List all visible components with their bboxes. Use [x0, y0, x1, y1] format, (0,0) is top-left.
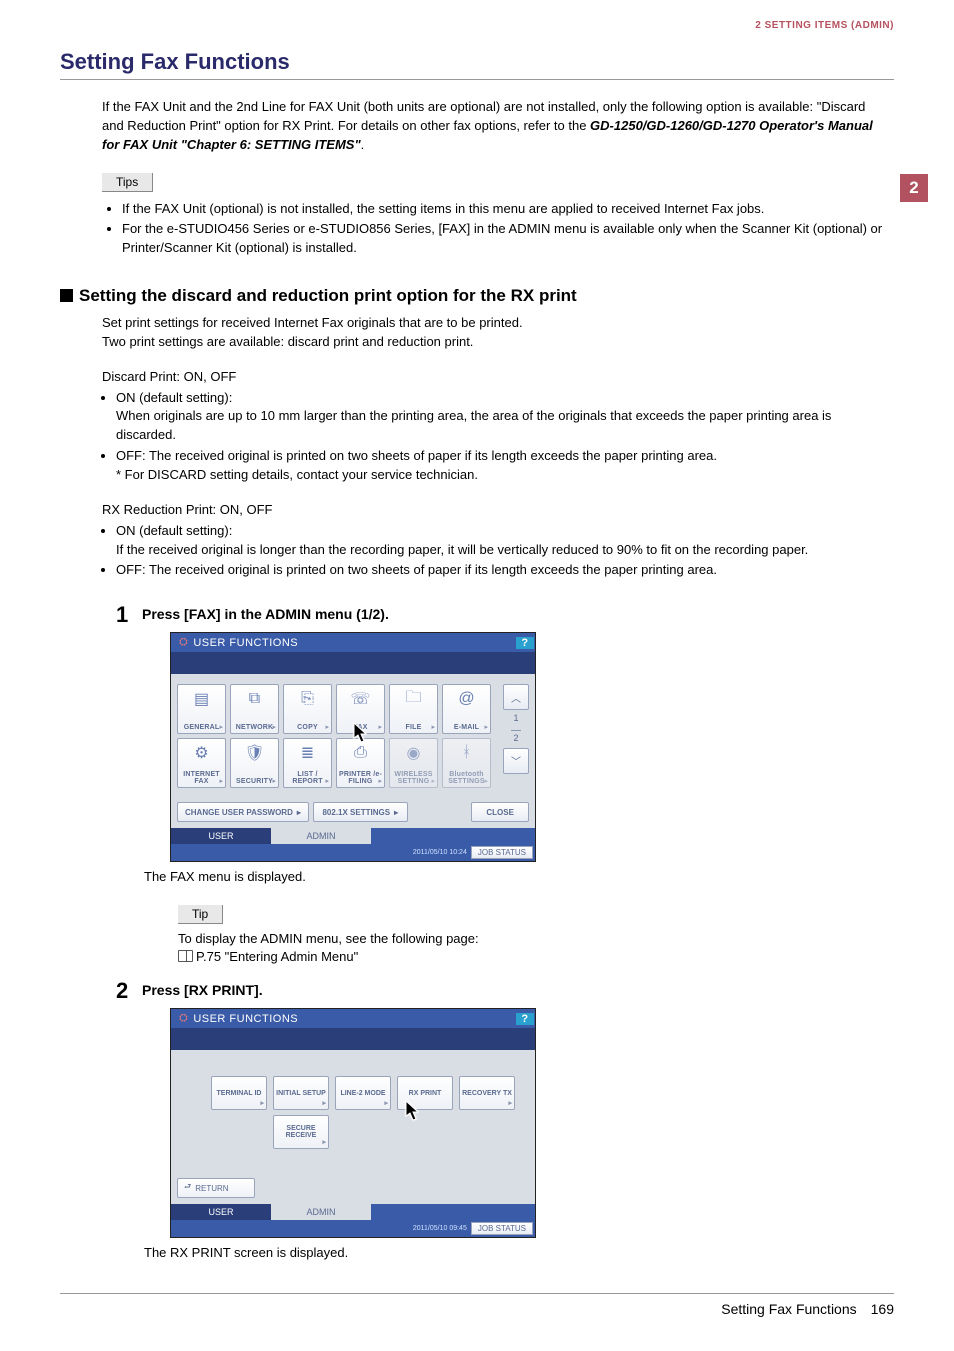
help-icon[interactable]: ? — [516, 1013, 534, 1025]
tile-rx-print[interactable]: RX PRINT — [397, 1076, 453, 1110]
step-1-row: 1 Press [FAX] in the ADMIN menu (1/2). — [116, 602, 894, 628]
tab-user[interactable]: USER — [171, 1204, 271, 1220]
page-footer: Setting Fax Functions 169 — [60, 1301, 894, 1317]
tile-list-report[interactable]: ≣LIST / REPORT▸ — [283, 738, 332, 788]
step-2-caption: The RX PRINT screen is displayed. — [144, 1244, 894, 1263]
close-button[interactable]: CLOSE — [471, 802, 529, 822]
tile-wireless[interactable]: ◉WIRELESS SETTING▸ — [389, 738, 438, 788]
footer-rule — [60, 1293, 894, 1294]
screenshot-panel-1: ⛭USER FUNCTIONS ? ▤GENERAL▸ ⧉NETWORK▸ ⎘C… — [170, 632, 536, 862]
book-icon — [178, 950, 193, 962]
panel2-titlebar: ⛭USER FUNCTIONS ? — [171, 1009, 535, 1028]
step-2-row: 2 Press [RX PRINT]. — [116, 978, 894, 1004]
discard-list: ON (default setting):When originals are … — [116, 389, 894, 485]
chapter-thumb-tab: 2 — [900, 174, 928, 202]
page-title: Setting Fax Functions — [60, 49, 894, 75]
screenshot-panel-2: ⛭USER FUNCTIONS ? TERMINAL ID▸ INITIAL S… — [170, 1008, 536, 1238]
tile-line2-mode[interactable]: LINE-2 MODE▸ — [335, 1076, 391, 1110]
intro-paragraph: If the FAX Unit and the 2nd Line for FAX… — [102, 98, 884, 155]
help-icon[interactable]: ? — [516, 637, 534, 649]
timestamp: 2011/05/10 09:45 — [413, 1225, 467, 1232]
tips-list: If the FAX Unit (optional) is not instal… — [122, 200, 894, 259]
return-arrow-icon: ⮐ — [184, 1181, 191, 1195]
admin-icon: ⛭ — [179, 636, 188, 649]
square-bullet-icon — [60, 289, 73, 302]
tile-security[interactable]: 🛡SECURITY▸ — [230, 738, 279, 788]
tile-network[interactable]: ⧉NETWORK▸ — [230, 684, 279, 734]
admin-icon: ⛭ — [179, 1012, 188, 1025]
tile-email[interactable]: @E-MAIL▸ — [442, 684, 491, 734]
tile-fax[interactable]: ☏FAX▸ — [336, 684, 385, 734]
panel-titlebar: ⛭USER FUNCTIONS ? — [171, 633, 535, 652]
timestamp: 2011/05/10 10:24 — [413, 849, 467, 856]
rx-heading: RX Reduction Print: ON, OFF — [102, 501, 894, 520]
return-button[interactable]: ⮐RETURN — [177, 1178, 255, 1198]
tips-label: Tips — [102, 173, 153, 192]
tile-internet-fax[interactable]: ⚙INTERNET FAX▸ — [177, 738, 226, 788]
scroll-down-button[interactable]: ﹀ — [503, 748, 529, 774]
step-1-text: Press [FAX] in the ADMIN menu (1/2). — [142, 606, 389, 622]
tile-secure-receive[interactable]: SECURE RECEIVE▸ — [273, 1115, 329, 1149]
step-2-number: 2 — [116, 978, 142, 1004]
8021x-settings-button[interactable]: 802.1X SETTINGS▸ — [313, 802, 408, 822]
step-1-number: 1 — [116, 602, 142, 628]
job-status-button[interactable]: JOB STATUS — [471, 1222, 533, 1235]
scroll-up-button[interactable]: ︿ — [503, 684, 529, 710]
tile-general[interactable]: ▤GENERAL▸ — [177, 684, 226, 734]
tab-user[interactable]: USER — [171, 828, 271, 844]
tile-initial-setup[interactable]: INITIAL SETUP▸ — [273, 1076, 329, 1110]
tile-bluetooth[interactable]: ᚼBluetooth SETTINGS▸ — [442, 738, 491, 788]
tile-terminal-id[interactable]: TERMINAL ID▸ — [211, 1076, 267, 1110]
tab-admin[interactable]: ADMIN — [271, 828, 371, 844]
job-status-button[interactable]: JOB STATUS — [471, 846, 533, 859]
tile-file[interactable]: 🗀FILE▸ — [389, 684, 438, 734]
step-1-caption: The FAX menu is displayed. — [144, 868, 894, 887]
step-2-text: Press [RX PRINT]. — [142, 982, 263, 998]
section-intro: Set print settings for received Internet… — [102, 314, 894, 352]
tile-copy[interactable]: ⎘COPY▸ — [283, 684, 332, 734]
title-rule — [60, 79, 894, 80]
change-user-password-button[interactable]: CHANGE USER PASSWORD▸ — [177, 802, 309, 822]
section-heading: Setting the discard and reduction print … — [60, 286, 894, 306]
rx-list: ON (default setting):If the received ori… — [116, 522, 894, 581]
tip-body: To display the ADMIN menu, see the follo… — [178, 930, 894, 966]
tab-admin[interactable]: ADMIN — [271, 1204, 371, 1220]
tip-label: Tip — [178, 905, 223, 924]
tile-printer-efiling[interactable]: ⎙PRINTER /e-FILING▸ — [336, 738, 385, 788]
discard-heading: Discard Print: ON, OFF — [102, 368, 894, 387]
header-breadcrumb: 2 SETTING ITEMS (ADMIN) — [60, 20, 894, 31]
tile-recovery-tx[interactable]: RECOVERY TX▸ — [459, 1076, 515, 1110]
